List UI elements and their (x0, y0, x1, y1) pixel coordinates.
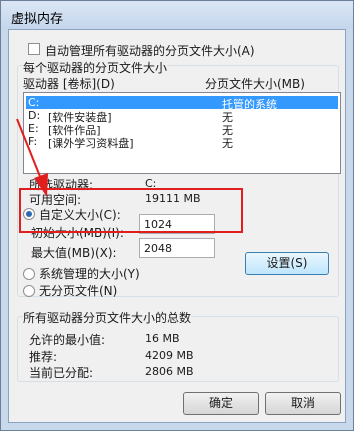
annotation-arrow-icon (16, 118, 48, 197)
virtual-memory-dialog: 虚拟内存 自动管理所有驱动器的分页文件大小(A) 每个驱动器的分页文件大小 驱动… (0, 0, 354, 431)
